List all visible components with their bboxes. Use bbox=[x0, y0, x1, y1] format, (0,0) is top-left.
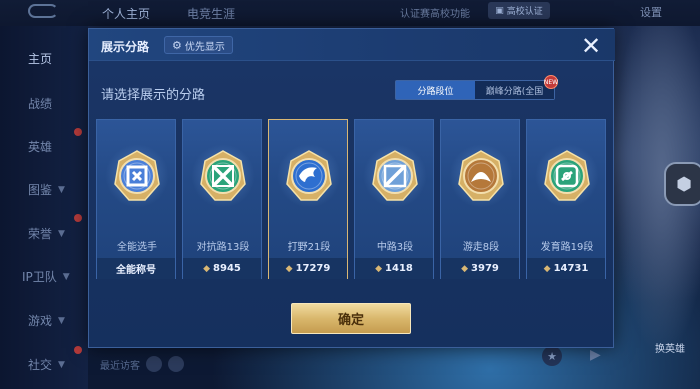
sidebar-item-label: 英雄 bbox=[28, 140, 53, 154]
rank-points-icon: ◆ bbox=[203, 263, 211, 274]
new-badge: NEW bbox=[544, 75, 558, 89]
sidebar-item-social[interactable]: 社交 ▼ bbox=[28, 356, 65, 373]
sidebar-item-gallery[interactable]: 图鉴 ▼ bbox=[28, 181, 65, 198]
lane-card-list: 全能选手 全能称号 对抗路13段 ◆ 8945 打野21段 ◆ 17279 中路3段 ◆ 1418 游… bbox=[96, 119, 608, 279]
lane-card-value: 全能称号 bbox=[116, 265, 156, 276]
sidebar-item-heroes[interactable]: 英雄 bbox=[28, 138, 52, 155]
campus-cert-button[interactable]: ▣ 高校认证 bbox=[488, 2, 550, 19]
lane-card-value-bar: ◆ 1418 bbox=[355, 258, 433, 279]
visitor-avatar[interactable] bbox=[168, 356, 184, 372]
recent-visitors[interactable]: 最近访客 bbox=[100, 356, 184, 372]
sidebar-item-label: 游戏 bbox=[28, 314, 53, 328]
sidebar-item-label: 图鉴 bbox=[28, 183, 53, 197]
notification-dot bbox=[74, 346, 82, 354]
close-icon[interactable]: ✕ bbox=[578, 33, 604, 59]
rank-points-icon: ◆ bbox=[543, 263, 551, 274]
tab-profile[interactable]: 个人主页 bbox=[102, 5, 150, 22]
lane-card-value: 3979 bbox=[471, 263, 499, 274]
top-bar: 个人主页 电竞生涯 认证赛高校功能 ▣ 高校认证 设置 bbox=[0, 0, 700, 26]
campus-cert-label: 高校认证 bbox=[506, 7, 543, 17]
dialog-subtitle: 请选择展示的分路 bbox=[101, 88, 206, 103]
lane-emblem-icon bbox=[453, 148, 509, 204]
notification-dot bbox=[74, 214, 82, 222]
lane-card-name: 对抗路13段 bbox=[196, 242, 250, 253]
rank-points-icon: ◆ bbox=[285, 263, 293, 274]
lane-card[interactable]: 全能选手 全能称号 bbox=[96, 119, 176, 279]
sidebar-item-label: 社交 bbox=[28, 358, 53, 372]
lane-card-value: 17279 bbox=[295, 263, 331, 274]
lane-emblem-icon bbox=[367, 148, 423, 204]
chevron-down-icon: ▼ bbox=[58, 359, 65, 370]
hero-art-backdrop bbox=[605, 26, 700, 389]
priority-display-button[interactable]: ⚙ 优先显示 bbox=[164, 36, 233, 54]
lane-card-value: 1418 bbox=[385, 263, 413, 274]
lane-display-dialog: 展示分路 ⚙ 优先显示 ✕ 请选择展示的分路 分路段位 巅峰分路(全国 NEW … bbox=[88, 28, 615, 348]
sidebar-item-honor[interactable]: 荣誉 ▼ bbox=[28, 225, 65, 242]
play-icon[interactable]: ▶ bbox=[590, 347, 601, 363]
tab-esports-career[interactable]: 电竞生涯 bbox=[187, 5, 235, 22]
lane-card[interactable]: 对抗路13段 ◆ 8945 bbox=[182, 119, 262, 279]
tab-peak-lane[interactable]: 巅峰分路(全国 bbox=[475, 81, 554, 99]
notification-dot bbox=[74, 128, 82, 136]
chevron-down-icon: ▼ bbox=[58, 228, 65, 239]
lane-card-value-bar: 全能称号 bbox=[97, 258, 175, 279]
tab-lane-rank[interactable]: 分路段位 bbox=[396, 81, 475, 99]
sidebar-item-label: 荣誉 bbox=[28, 227, 53, 241]
school-icon: ▣ bbox=[495, 5, 504, 16]
lane-card-value: 14731 bbox=[553, 263, 589, 274]
lane-card[interactable]: 中路3段 ◆ 1418 bbox=[354, 119, 434, 279]
lane-emblem-icon bbox=[195, 148, 251, 204]
hexagon-icon[interactable]: ⬢ bbox=[664, 162, 700, 206]
lane-emblem-icon bbox=[109, 148, 165, 204]
back-icon[interactable] bbox=[28, 4, 58, 18]
recent-visitors-label: 最近访客 bbox=[100, 360, 140, 372]
lane-card[interactable]: 游走8段 ◆ 3979 bbox=[440, 119, 520, 279]
chevron-down-icon: ▼ bbox=[58, 184, 65, 195]
lane-emblem-icon bbox=[281, 148, 337, 204]
lane-card-value-bar: ◆ 8945 bbox=[183, 258, 261, 279]
lane-emblem-icon bbox=[539, 148, 595, 204]
lane-card[interactable]: 打野21段 ◆ 17279 bbox=[268, 119, 348, 279]
visitor-avatar[interactable] bbox=[146, 356, 162, 372]
lane-card-value-bar: ◆ 3979 bbox=[441, 258, 519, 279]
settings-button[interactable]: 设置 bbox=[640, 4, 662, 20]
gear-icon: ⚙ bbox=[172, 38, 182, 52]
lane-card-value-bar: ◆ 17279 bbox=[269, 258, 347, 279]
dialog-header: 展示分路 ⚙ 优先显示 ✕ bbox=[89, 29, 615, 61]
sidebar-item-record[interactable]: 战绩 bbox=[28, 95, 52, 112]
chevron-down-icon: ▼ bbox=[62, 271, 70, 282]
sidebar-item-label: 主页 bbox=[28, 52, 53, 66]
chevron-down-icon: ▼ bbox=[58, 315, 65, 326]
dialog-title: 展示分路 bbox=[101, 40, 150, 54]
sidebar-item-home[interactable]: 主页 bbox=[28, 50, 52, 67]
sidebar-item-games[interactable]: 游戏 ▼ bbox=[28, 312, 65, 329]
lane-card-name: 打野21段 bbox=[287, 242, 331, 253]
lane-card-name: 发育路19段 bbox=[540, 242, 594, 253]
sidebar: 主页 战绩 英雄 图鉴 ▼ 荣誉 ▼ IP卫队 ▼ 游戏 ▼ 社交 ▼ bbox=[0, 26, 88, 389]
sidebar-item-label: IP卫队 bbox=[22, 270, 57, 284]
lane-card-name: 中路3段 bbox=[376, 242, 414, 253]
sidebar-item-ip-guard[interactable]: IP卫队 ▼ bbox=[22, 268, 70, 285]
switch-hero-button[interactable]: 换英雄 bbox=[655, 340, 685, 355]
lane-card-name: 游走8段 bbox=[462, 242, 500, 253]
lane-card-value: 8945 bbox=[213, 263, 241, 274]
lane-card-name: 全能选手 bbox=[117, 242, 157, 253]
verify-text[interactable]: 认证赛高校功能 bbox=[400, 5, 470, 20]
star-icon[interactable]: ★ bbox=[542, 346, 562, 366]
rank-type-toggle: 分路段位 巅峰分路(全国 NEW bbox=[395, 75, 558, 100]
confirm-button[interactable]: 确定 bbox=[291, 303, 411, 334]
priority-display-label: 优先显示 bbox=[184, 41, 225, 53]
sidebar-item-label: 战绩 bbox=[28, 97, 53, 111]
lane-card-value-bar: ◆ 14731 bbox=[527, 258, 605, 279]
rank-points-icon: ◆ bbox=[375, 263, 383, 274]
rank-points-icon: ◆ bbox=[461, 263, 469, 274]
lane-card[interactable]: 发育路19段 ◆ 14731 bbox=[526, 119, 606, 279]
